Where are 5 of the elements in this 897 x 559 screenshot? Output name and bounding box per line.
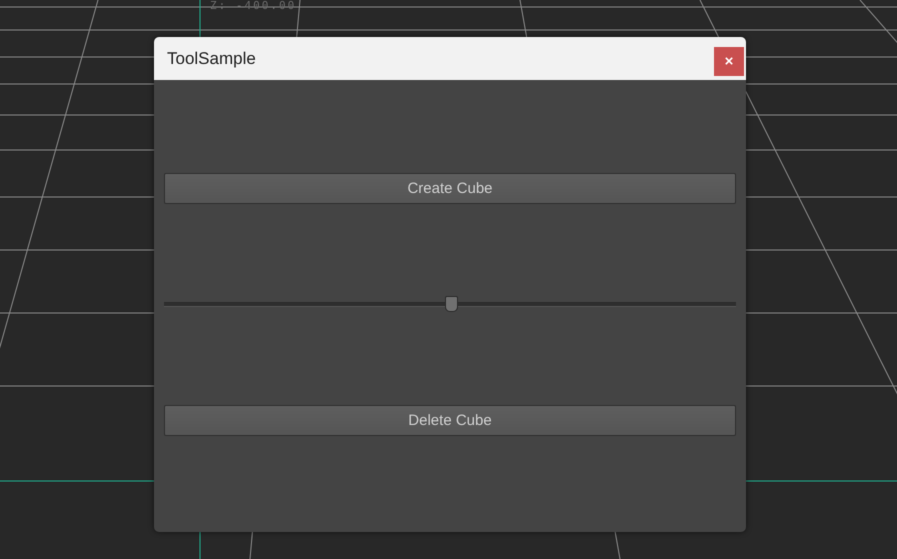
- action-button[interactable]: Create Cube: [164, 173, 736, 204]
- action-button[interactable]: Delete Cube: [164, 405, 736, 436]
- slider-thumb[interactable]: [445, 296, 458, 312]
- window-title: ToolSample: [167, 48, 256, 68]
- close-button[interactable]: ×: [714, 47, 744, 76]
